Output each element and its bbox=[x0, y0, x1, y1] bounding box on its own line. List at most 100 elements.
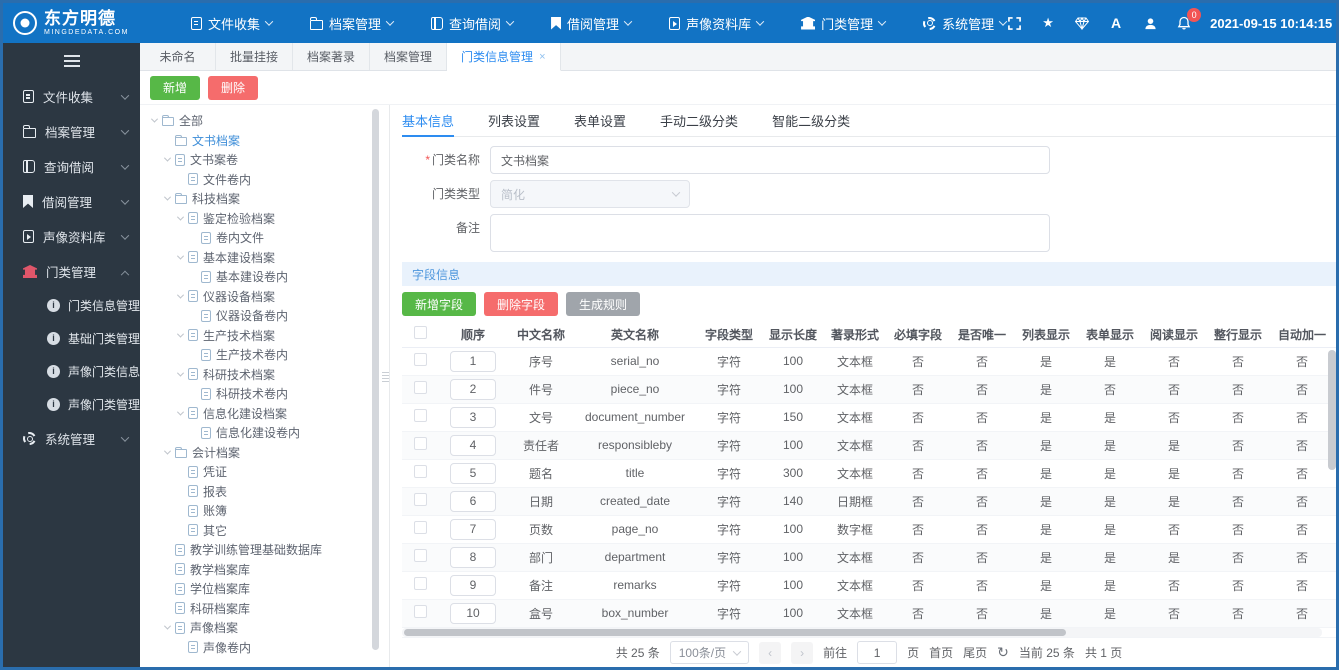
remark-textarea[interactable] bbox=[490, 214, 1050, 252]
page-size-select[interactable]: 100条/页 bbox=[669, 641, 750, 664]
order-input[interactable]: 9 bbox=[450, 574, 496, 596]
detail-tab-基本信息[interactable]: 基本信息 bbox=[402, 105, 455, 137]
order-input[interactable]: 8 bbox=[450, 546, 496, 568]
tab-批量挂接[interactable]: 批量挂接 bbox=[216, 43, 294, 70]
order-input[interactable]: 3 bbox=[450, 406, 496, 428]
row-checkbox[interactable] bbox=[413, 577, 427, 590]
row-checkbox[interactable] bbox=[413, 409, 427, 422]
detail-tab-表单设置[interactable]: 表单设置 bbox=[574, 105, 626, 136]
tree-item-文书档案[interactable]: 文书档案 bbox=[146, 131, 389, 151]
table-vertical-scrollbar[interactable] bbox=[1328, 348, 1336, 627]
fullscreen-icon[interactable] bbox=[1006, 15, 1022, 31]
nav-item-借阅管理[interactable]: 借阅管理 bbox=[551, 14, 633, 33]
tree-item-凭证[interactable]: 凭证 bbox=[146, 462, 389, 482]
close-icon[interactable]: × bbox=[539, 51, 545, 63]
tree-item-仪器设备档案[interactable]: 仪器设备档案 bbox=[146, 287, 389, 307]
sidebar-item-文件收集[interactable]: 文件收集 bbox=[3, 79, 140, 114]
panel-splitter[interactable] bbox=[382, 364, 389, 390]
order-input[interactable]: 7 bbox=[450, 518, 496, 540]
order-input[interactable]: 1 bbox=[450, 350, 496, 372]
tree-scrollbar[interactable] bbox=[372, 109, 379, 661]
sidebar-item-门类管理[interactable]: 门类管理 bbox=[3, 254, 140, 289]
sidebar-item-声像资料库[interactable]: 声像资料库 bbox=[3, 219, 140, 254]
prev-page-button[interactable]: ‹ bbox=[759, 641, 782, 664]
font-size-icon[interactable]: A bbox=[1108, 15, 1124, 31]
page-number-input[interactable] bbox=[857, 641, 898, 664]
category-name-input[interactable] bbox=[490, 146, 1050, 174]
sidebar-item-档案管理[interactable]: 档案管理 bbox=[3, 114, 140, 149]
nav-item-档案管理[interactable]: 档案管理 bbox=[309, 14, 395, 33]
tree-item-信息化建设档案[interactable]: 信息化建设档案 bbox=[146, 404, 389, 424]
tree-item-科研技术卷内[interactable]: 科研技术卷内 bbox=[146, 384, 389, 404]
sidebar-subitem-声像门类管理[interactable]: i 声像门类管理 bbox=[3, 388, 140, 421]
add-field-button[interactable]: 新增字段 bbox=[402, 292, 477, 316]
detail-tab-手动二级分类[interactable]: 手动二级分类 bbox=[660, 105, 738, 136]
category-type-select[interactable]: 简化 bbox=[490, 180, 690, 208]
tree-item-其它[interactable]: 其它 bbox=[146, 521, 389, 541]
menu-collapse-icon[interactable] bbox=[3, 43, 140, 79]
tree-item-生产技术档案[interactable]: 生产技术档案 bbox=[146, 326, 389, 346]
tree-item-信息化建设卷内[interactable]: 信息化建设卷内 bbox=[146, 423, 389, 443]
tree-item-生产技术卷内[interactable]: 生产技术卷内 bbox=[146, 345, 389, 365]
row-checkbox[interactable] bbox=[413, 381, 427, 394]
delete-field-button[interactable]: 删除字段 bbox=[484, 292, 559, 316]
tree-item-科研技术档案[interactable]: 科研技术档案 bbox=[146, 365, 389, 385]
nav-item-查询借阅[interactable]: 查询借阅 bbox=[431, 14, 515, 33]
nav-item-系统管理[interactable]: 系统管理 bbox=[923, 14, 1008, 33]
order-input[interactable]: 10 bbox=[450, 602, 496, 624]
nav-item-声像资料库[interactable]: 声像资料库 bbox=[669, 14, 765, 33]
row-checkbox[interactable] bbox=[413, 353, 427, 366]
tree-item-教学训练管理基础数据库[interactable]: 教学训练管理基础数据库 bbox=[146, 540, 389, 560]
tree-item-学位档案库[interactable]: 学位档案库 bbox=[146, 579, 389, 599]
add-button[interactable]: 新增 bbox=[150, 75, 201, 100]
tree-item-报表[interactable]: 报表 bbox=[146, 482, 389, 502]
tree-item-科技档案[interactable]: 科技档案 bbox=[146, 189, 389, 209]
tree-item-鉴定检验档案[interactable]: 鉴定检验档案 bbox=[146, 209, 389, 229]
table-horizontal-scrollbar[interactable] bbox=[402, 628, 1322, 637]
detail-tab-列表设置[interactable]: 列表设置 bbox=[488, 105, 540, 136]
select-all-checkbox[interactable] bbox=[413, 326, 427, 340]
row-checkbox[interactable] bbox=[413, 493, 427, 506]
sidebar-subitem-基础门类管理[interactable]: i 基础门类管理 bbox=[3, 322, 140, 355]
tree-item-文件卷内[interactable]: 文件卷内 bbox=[146, 170, 389, 190]
bell-icon[interactable]: 0 bbox=[1176, 8, 1202, 31]
tree-item-全部[interactable]: 全部 bbox=[146, 111, 389, 131]
tree-item-教学档案库[interactable]: 教学档案库 bbox=[146, 560, 389, 580]
tree-item-基本建设档案[interactable]: 基本建设档案 bbox=[146, 248, 389, 268]
tree-item-基本建设卷内[interactable]: 基本建设卷内 bbox=[146, 267, 389, 287]
row-checkbox[interactable] bbox=[413, 605, 427, 618]
row-checkbox[interactable] bbox=[413, 549, 427, 562]
tree-item-仪器设备卷内[interactable]: 仪器设备卷内 bbox=[146, 306, 389, 326]
sidebar-subitem-声像门类信息[interactable]: i 声像门类信息 bbox=[3, 355, 140, 388]
tab-档案著录[interactable]: 档案著录 bbox=[293, 43, 371, 70]
user-icon[interactable] bbox=[1142, 15, 1158, 31]
tree-item-声像卷内[interactable]: 声像卷内 bbox=[146, 638, 389, 658]
sidebar-item-借阅管理[interactable]: 借阅管理 bbox=[3, 184, 140, 219]
order-input[interactable]: 6 bbox=[450, 490, 496, 512]
row-checkbox[interactable] bbox=[413, 521, 427, 534]
order-input[interactable]: 4 bbox=[450, 434, 496, 456]
row-checkbox[interactable] bbox=[413, 437, 427, 450]
sidebar-subitem-门类信息管理[interactable]: i 门类信息管理 bbox=[3, 289, 140, 322]
nav-item-门类管理[interactable]: 门类管理 bbox=[801, 14, 887, 33]
tree-item-卷内文件[interactable]: 卷内文件 bbox=[146, 228, 389, 248]
delete-button[interactable]: 删除 bbox=[208, 75, 259, 100]
last-page-link[interactable]: 尾页 bbox=[963, 644, 987, 661]
tree-item-文书案卷[interactable]: 文书案卷 bbox=[146, 150, 389, 170]
sidebar-item-查询借阅[interactable]: 查询借阅 bbox=[3, 149, 140, 184]
order-input[interactable]: 2 bbox=[450, 378, 496, 400]
tree-item-科研档案库[interactable]: 科研档案库 bbox=[146, 599, 389, 619]
order-input[interactable]: 5 bbox=[450, 462, 496, 484]
refresh-icon[interactable]: ↻ bbox=[997, 644, 1009, 661]
tree-item-声像档案[interactable]: 声像档案 bbox=[146, 618, 389, 638]
nav-item-文件收集[interactable]: 文件收集 bbox=[191, 14, 274, 33]
tree-item-账簿[interactable]: 账簿 bbox=[146, 501, 389, 521]
star-icon[interactable]: ★ bbox=[1040, 15, 1056, 31]
sidebar-item-系统管理[interactable]: 系统管理 bbox=[3, 421, 140, 456]
generate-rule-button[interactable]: 生成规则 bbox=[566, 292, 641, 316]
tree-item-会计档案[interactable]: 会计档案 bbox=[146, 443, 389, 463]
tab-档案管理[interactable]: 档案管理 bbox=[370, 43, 448, 70]
gem-icon[interactable] bbox=[1074, 15, 1090, 31]
tab-门类信息管理[interactable]: 门类信息管理 × bbox=[447, 43, 561, 71]
row-checkbox[interactable] bbox=[413, 465, 427, 478]
